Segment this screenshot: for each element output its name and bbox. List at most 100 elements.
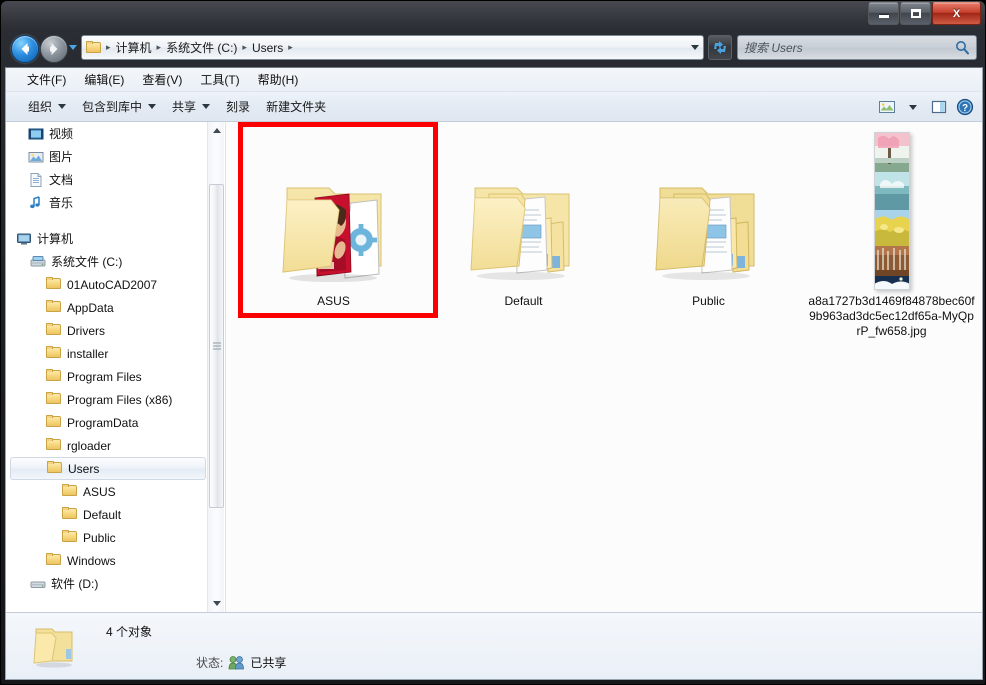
sidebar-item-users[interactable]: Users [10, 457, 206, 480]
refresh-button[interactable] [708, 35, 732, 60]
toolbar-share-with[interactable]: 共享 [164, 94, 218, 119]
folder-icon [46, 323, 62, 339]
search-box[interactable]: 搜索 Users [737, 35, 977, 60]
sidebar-item-pictures[interactable]: 图片 [6, 145, 206, 168]
file-item-default[interactable]: Default [436, 130, 611, 309]
drive-icon [30, 576, 46, 592]
document-icon [28, 172, 44, 188]
address-row: ▸ 计算机 ▸ 系统文件 (C:) ▸ Users ▸ 搜索 Users [1, 29, 985, 67]
sidebar-item-computer[interactable]: 计算机 [6, 227, 206, 250]
back-button[interactable] [11, 35, 39, 63]
breadcrumb-item-computer[interactable]: 计算机 [113, 37, 155, 58]
music-icon [28, 195, 44, 211]
sidebar-item-programdata[interactable]: ProgramData [6, 411, 206, 434]
chevron-down-icon [202, 104, 211, 109]
sidebar-item-drivers[interactable]: Drivers [6, 319, 206, 342]
file-item-image[interactable]: a8a1727b3d1469f84878bec60f9b963ad3dc5ec1… [804, 130, 979, 339]
toolbar-share-with-label: 共享 [172, 100, 197, 114]
file-items: ASUS Default Public a8a1727b3d1469f84878… [226, 122, 981, 612]
menu-help[interactable]: 帮助(H) [249, 68, 308, 91]
sidebar-item-label: ProgramData [67, 415, 139, 430]
help-icon[interactable]: ? [954, 96, 976, 118]
sidebar-item-01autocad2007[interactable]: 01AutoCAD2007 [6, 273, 206, 296]
breadcrumb-separator: ▸ [288, 42, 293, 52]
close-button[interactable]: X [932, 2, 981, 25]
toolbar-include-in-library[interactable]: 包含到库中 [74, 94, 164, 119]
file-item-asus[interactable]: ASUS [246, 130, 421, 309]
file-icon-wrap [804, 130, 979, 290]
sidebar-item-label: 01AutoCAD2007 [67, 277, 158, 292]
sidebar-item-label: 图片 [49, 150, 74, 164]
folder-icon [46, 300, 62, 316]
chevron-down-icon [58, 104, 67, 109]
sidebar-item-label: 视频 [49, 127, 74, 141]
scroll-down-button[interactable] [208, 595, 224, 612]
folder-icon [62, 484, 78, 500]
sidebar-item-windows[interactable]: Windows [6, 549, 206, 572]
menu-view[interactable]: 查看(V) [133, 68, 191, 91]
scroll-up-button[interactable] [208, 122, 224, 139]
sidebar-item-appdata[interactable]: AppData [6, 296, 206, 319]
toolbar-include-in-library-label: 包含到库中 [82, 100, 143, 114]
file-item-public[interactable]: Public [621, 130, 796, 309]
details-pane: 4 个对象 状态: 已共享 [6, 612, 982, 679]
file-name-label: Default [504, 294, 543, 308]
sidebar-item-label: Users [68, 461, 100, 476]
toolbar-organize[interactable]: 组织 [20, 94, 74, 119]
sidebar-item-label: Public [83, 530, 116, 545]
minimize-button[interactable] [868, 2, 899, 25]
menu-edit[interactable]: 编辑(E) [75, 68, 133, 91]
svg-text:?: ? [962, 103, 968, 114]
image-thumbnail [873, 132, 910, 290]
minimize-icon [869, 3, 898, 24]
sidebar-item-installer[interactable]: installer [6, 342, 206, 365]
forward-button[interactable] [40, 35, 68, 63]
folder-with-documents-icon [644, 170, 774, 290]
sidebar-item-documents[interactable]: 文档 [6, 168, 206, 191]
change-view-icon[interactable] [876, 96, 898, 118]
address-bar[interactable]: ▸ 计算机 ▸ 系统文件 (C:) ▸ Users ▸ [81, 35, 704, 60]
preview-pane-icon[interactable] [928, 96, 950, 118]
search-icon[interactable] [955, 40, 970, 55]
breadcrumb-item-users[interactable]: Users [249, 39, 286, 57]
sidebar-item-asus[interactable]: ASUS [6, 480, 206, 503]
sidebar-item-public[interactable]: Public [6, 526, 206, 549]
sidebar-item-label: installer [67, 346, 109, 361]
sidebar-item-label: Program Files (x86) [67, 392, 173, 407]
refresh-icon [714, 41, 726, 54]
sidebar-item-default[interactable]: Default [6, 503, 206, 526]
menu-tools[interactable]: 工具(T) [191, 68, 248, 91]
history-dropdown-icon[interactable] [69, 45, 77, 50]
breadcrumb-item-systemdrive[interactable]: 系统文件 (C:) [163, 37, 240, 58]
folder-icon [46, 438, 62, 454]
maximize-button[interactable] [900, 2, 931, 25]
menu-file[interactable]: 文件(F) [18, 68, 75, 91]
sidebar-item-music[interactable]: 音乐 [6, 191, 206, 214]
folder-tree: 视频 图片 文档 音乐 计算机 系统文件 (C:) 01AutoCAD2007 … [6, 122, 206, 595]
file-list-view[interactable]: ASUS Default Public a8a1727b3d1469f84878… [225, 122, 981, 612]
folder-icon [46, 277, 62, 293]
sidebar-item-label: ASUS [83, 484, 116, 499]
toolbar-burn-label: 刻录 [226, 100, 251, 114]
change-view-caret[interactable] [902, 96, 924, 118]
sidebar-item-videos[interactable]: 视频 [6, 122, 206, 145]
harddrive-icon [30, 254, 46, 270]
sidebar-item-label: Drivers [67, 323, 105, 338]
command-bar: 组织 包含到库中 共享 刻录 新建文件夹 ? [6, 92, 982, 122]
navigation-pane-scrollbar[interactable] [207, 122, 224, 612]
maximize-icon [901, 3, 930, 24]
sidebar-item-program-files[interactable]: Program Files [6, 365, 206, 388]
sidebar-item-program-files-x86[interactable]: Program Files (x86) [6, 388, 206, 411]
sidebar-item-software-drive[interactable]: 软件 (D:) [6, 572, 206, 595]
search-input[interactable]: 搜索 Users [744, 39, 955, 56]
scrollbar-grip-icon [213, 341, 221, 352]
client-area: 文件(F) 编辑(E) 查看(V) 工具(T) 帮助(H) 组织 包含到库中 共… [5, 67, 983, 680]
sidebar-item-system-drive[interactable]: 系统文件 (C:) [6, 250, 206, 273]
scrollbar-thumb[interactable] [209, 184, 224, 508]
toolbar-burn[interactable]: 刻录 [218, 94, 258, 119]
chevron-up-icon [212, 128, 221, 133]
sidebar-item-rgloader[interactable]: rgloader [6, 434, 206, 457]
address-dropdown-icon[interactable] [691, 45, 699, 50]
toolbar-new-folder[interactable]: 新建文件夹 [258, 94, 334, 119]
